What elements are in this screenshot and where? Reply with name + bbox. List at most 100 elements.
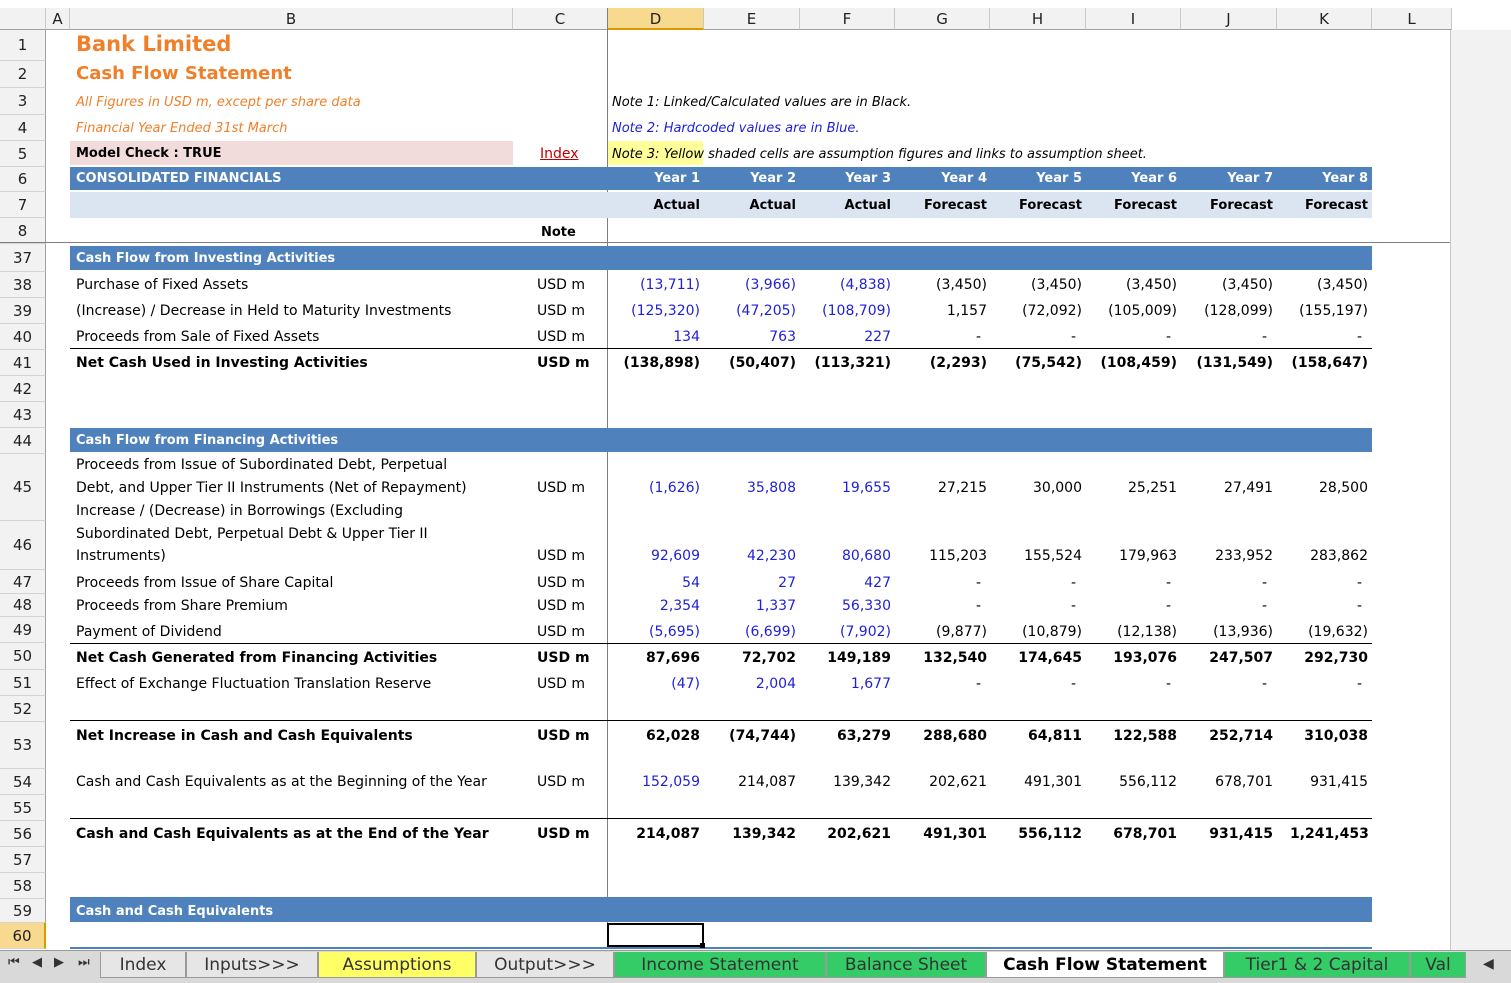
row-50-value-year-2[interactable]: 72,702 <box>718 650 796 666</box>
row-53-value-year-3[interactable]: 63,279 <box>813 728 891 744</box>
column-header-f[interactable]: F <box>800 8 895 30</box>
column-header-g[interactable]: G <box>895 8 990 30</box>
row-47-value-year-4[interactable]: - <box>903 575 981 591</box>
sheet-tab-output[interactable]: Output>>> <box>476 952 614 978</box>
row-53-value-year-6[interactable]: 122,588 <box>1099 728 1177 744</box>
row-54-value-year-6[interactable]: 556,112 <box>1099 774 1177 790</box>
row-header-1[interactable]: 1 <box>0 30 46 61</box>
row-header-3[interactable]: 3 <box>0 88 46 115</box>
row-47-value-year-6[interactable]: - <box>1093 575 1171 591</box>
row-53-value-year-5[interactable]: 64,811 <box>1004 728 1082 744</box>
column-header-a[interactable]: A <box>46 8 70 30</box>
row-45-value-year-7[interactable]: 27,491 <box>1195 480 1273 496</box>
row-38-value-year-7[interactable]: (3,450) <box>1195 277 1273 293</box>
sheet-tab-inputs[interactable]: Inputs>>> <box>186 952 318 978</box>
row-49-value-year-7[interactable]: (13,936) <box>1195 624 1273 640</box>
tab-scroll-left-icon[interactable]: ◀ <box>1483 956 1494 972</box>
row-47-value-year-5[interactable]: - <box>998 575 1076 591</box>
row-40-value-year-6[interactable]: - <box>1093 329 1171 345</box>
row-51-value-year-8[interactable]: - <box>1284 676 1362 692</box>
row-56-value-year-2[interactable]: 139,342 <box>718 826 796 842</box>
row-46-value-year-1[interactable]: 92,609 <box>622 548 700 564</box>
row-53-value-year-1[interactable]: 62,028 <box>622 728 700 744</box>
row-41-value-year-3[interactable]: (113,321) <box>813 355 891 371</box>
row-48-value-year-6[interactable]: - <box>1093 598 1171 614</box>
row-38-value-year-3[interactable]: (4,838) <box>813 277 891 293</box>
row-39-value-year-5[interactable]: (72,092) <box>1004 303 1082 319</box>
row-56-value-year-7[interactable]: 931,415 <box>1195 826 1273 842</box>
row-header-44[interactable]: 44 <box>0 428 46 454</box>
row-header-39[interactable]: 39 <box>0 298 46 324</box>
row-header-8[interactable]: 8 <box>0 218 46 244</box>
sheet-tab-income-statement[interactable]: Income Statement <box>614 952 826 978</box>
row-48-value-year-4[interactable]: - <box>903 598 981 614</box>
row-48-value-year-1[interactable]: 2,354 <box>622 598 700 614</box>
row-41-value-year-7[interactable]: (131,549) <box>1195 355 1273 371</box>
row-header-45[interactable]: 45 <box>0 454 46 521</box>
row-39-value-year-8[interactable]: (155,197) <box>1290 303 1368 319</box>
sheet-tab-assumptions[interactable]: Assumptions <box>318 952 476 978</box>
row-51-value-year-4[interactable]: - <box>903 676 981 692</box>
column-header-b[interactable]: B <box>70 8 513 30</box>
row-38-value-year-6[interactable]: (3,450) <box>1099 277 1177 293</box>
row-49-value-year-3[interactable]: (7,902) <box>813 624 891 640</box>
row-header-58[interactable]: 58 <box>0 873 46 899</box>
row-50-value-year-1[interactable]: 87,696 <box>622 650 700 666</box>
row-56-value-year-1[interactable]: 214,087 <box>622 826 700 842</box>
row-54-value-year-7[interactable]: 678,701 <box>1195 774 1273 790</box>
row-45-value-year-6[interactable]: 25,251 <box>1099 480 1177 496</box>
row-46-value-year-2[interactable]: 42,230 <box>718 548 796 564</box>
index-link[interactable]: Index <box>540 146 579 162</box>
row-53-value-year-4[interactable]: 288,680 <box>909 728 987 744</box>
row-header-50[interactable]: 50 <box>0 643 46 670</box>
row-49-value-year-2[interactable]: (6,699) <box>718 624 796 640</box>
row-39-value-year-7[interactable]: (128,099) <box>1195 303 1273 319</box>
row-header-57[interactable]: 57 <box>0 847 46 873</box>
row-header-56[interactable]: 56 <box>0 821 46 847</box>
row-header-60[interactable]: 60 <box>0 923 46 949</box>
row-45-value-year-1[interactable]: (1,626) <box>622 480 700 496</box>
row-header-51[interactable]: 51 <box>0 670 46 696</box>
row-47-value-year-8[interactable]: - <box>1284 575 1362 591</box>
row-46-value-year-4[interactable]: 115,203 <box>909 548 987 564</box>
row-header-38[interactable]: 38 <box>0 272 46 298</box>
row-45-value-year-2[interactable]: 35,808 <box>718 480 796 496</box>
row-50-value-year-7[interactable]: 247,507 <box>1195 650 1273 666</box>
row-50-value-year-8[interactable]: 292,730 <box>1290 650 1368 666</box>
row-header-52[interactable]: 52 <box>0 696 46 722</box>
row-48-value-year-5[interactable]: - <box>998 598 1076 614</box>
row-header-4[interactable]: 4 <box>0 115 46 141</box>
row-header-41[interactable]: 41 <box>0 350 46 376</box>
tab-next-icon[interactable]: ▶ <box>54 955 64 970</box>
row-50-value-year-5[interactable]: 174,645 <box>1004 650 1082 666</box>
row-47-value-year-2[interactable]: 27 <box>718 575 796 591</box>
sheet-tab-val[interactable]: Val <box>1410 952 1466 978</box>
row-56-value-year-8[interactable]: 1,241,453 <box>1290 826 1369 842</box>
row-46-value-year-5[interactable]: 155,524 <box>1004 548 1082 564</box>
row-38-value-year-4[interactable]: (3,450) <box>909 277 987 293</box>
row-54-value-year-5[interactable]: 491,301 <box>1004 774 1082 790</box>
row-56-value-year-3[interactable]: 202,621 <box>813 826 891 842</box>
sheet-tab-balance-sheet[interactable]: Balance Sheet <box>826 952 986 978</box>
row-46-value-year-6[interactable]: 179,963 <box>1099 548 1177 564</box>
row-40-value-year-5[interactable]: - <box>998 329 1076 345</box>
row-header-46[interactable]: 46 <box>0 521 46 570</box>
row-header-40[interactable]: 40 <box>0 324 46 350</box>
row-51-value-year-3[interactable]: 1,677 <box>813 676 891 692</box>
row-45-value-year-8[interactable]: 28,500 <box>1290 480 1368 496</box>
row-56-value-year-6[interactable]: 678,701 <box>1099 826 1177 842</box>
row-38-value-year-5[interactable]: (3,450) <box>1004 277 1082 293</box>
row-38-value-year-1[interactable]: (13,711) <box>622 277 700 293</box>
select-all-corner[interactable] <box>0 8 46 30</box>
row-39-value-year-4[interactable]: 1,157 <box>909 303 987 319</box>
row-header-55[interactable]: 55 <box>0 795 46 821</box>
row-40-value-year-2[interactable]: 763 <box>718 329 796 345</box>
row-41-value-year-4[interactable]: (2,293) <box>909 355 987 371</box>
tab-prev-icon[interactable]: ◀ <box>32 955 42 970</box>
row-54-value-year-2[interactable]: 214,087 <box>718 774 796 790</box>
row-50-value-year-4[interactable]: 132,540 <box>909 650 987 666</box>
row-56-value-year-5[interactable]: 556,112 <box>1004 826 1082 842</box>
row-49-value-year-4[interactable]: (9,877) <box>909 624 987 640</box>
row-46-value-year-3[interactable]: 80,680 <box>813 548 891 564</box>
row-49-value-year-6[interactable]: (12,138) <box>1099 624 1177 640</box>
